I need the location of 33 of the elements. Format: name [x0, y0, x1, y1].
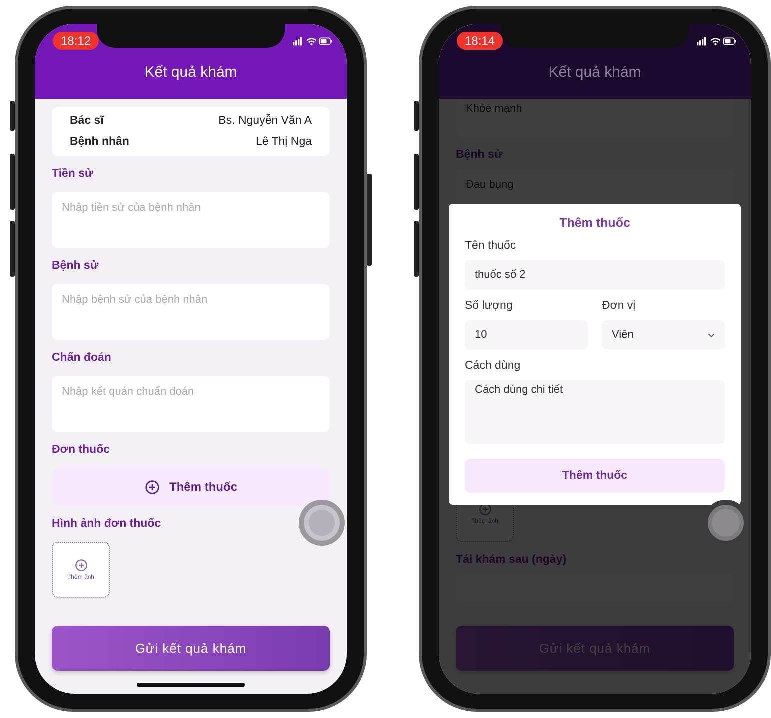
text-field[interactable]: Cách dùng chi tiết: [465, 380, 725, 444]
text-field[interactable]: Nhập kết quán chuẩn đoán: [52, 376, 330, 432]
info-value: Bs. Nguyễn Văn A: [218, 115, 312, 127]
section-label: Hình ảnh đơn thuốc: [52, 518, 162, 530]
plus-circle-icon: [74, 559, 88, 572]
add-medicine-button[interactable]: Thêm thuốc: [52, 468, 330, 506]
section-label: Bệnh sử: [52, 260, 100, 272]
submit-button[interactable]: Gửi kết quả khám: [52, 626, 330, 671]
info-label: Bệnh nhân: [70, 136, 130, 148]
field-label: Đơn vị: [602, 300, 637, 312]
text-field[interactable]: Nhập tiền sử của bệnh nhân: [52, 192, 330, 248]
field-label: Số lượng: [465, 300, 514, 312]
chevron-down-icon: [708, 332, 715, 338]
dialog-title: Thêm thuốc: [558, 216, 632, 230]
text-field[interactable]: 10: [465, 320, 588, 350]
section-label: Chấn đoán: [52, 352, 112, 364]
app-header: Kết quả khám: [35, 58, 347, 99]
unit-dropdown[interactable]: Viên: [602, 320, 725, 350]
text-field[interactable]: thuốc số 2: [465, 260, 725, 290]
app-header: Kết quả khám: [439, 58, 751, 99]
time-badge: 18:12: [53, 32, 100, 50]
section-label: Tiền sử: [52, 168, 94, 180]
field-label: Cách dùng: [465, 360, 522, 372]
info-value: Lê Thị Nga: [256, 136, 312, 148]
info-label: Bác sĩ: [70, 115, 104, 127]
status-icons: [697, 36, 737, 46]
field-label: Tên thuốc: [465, 240, 518, 252]
plus-circle-icon: [144, 480, 160, 494]
time-badge: 18:14: [457, 32, 504, 50]
status-icons: [293, 36, 333, 46]
text-field[interactable]: Nhập bệnh sử của bệnh nhân: [52, 284, 330, 340]
add-medicine-button[interactable]: Thêm thuốc: [465, 459, 725, 493]
section-label: Đơn thuốc: [52, 444, 111, 456]
